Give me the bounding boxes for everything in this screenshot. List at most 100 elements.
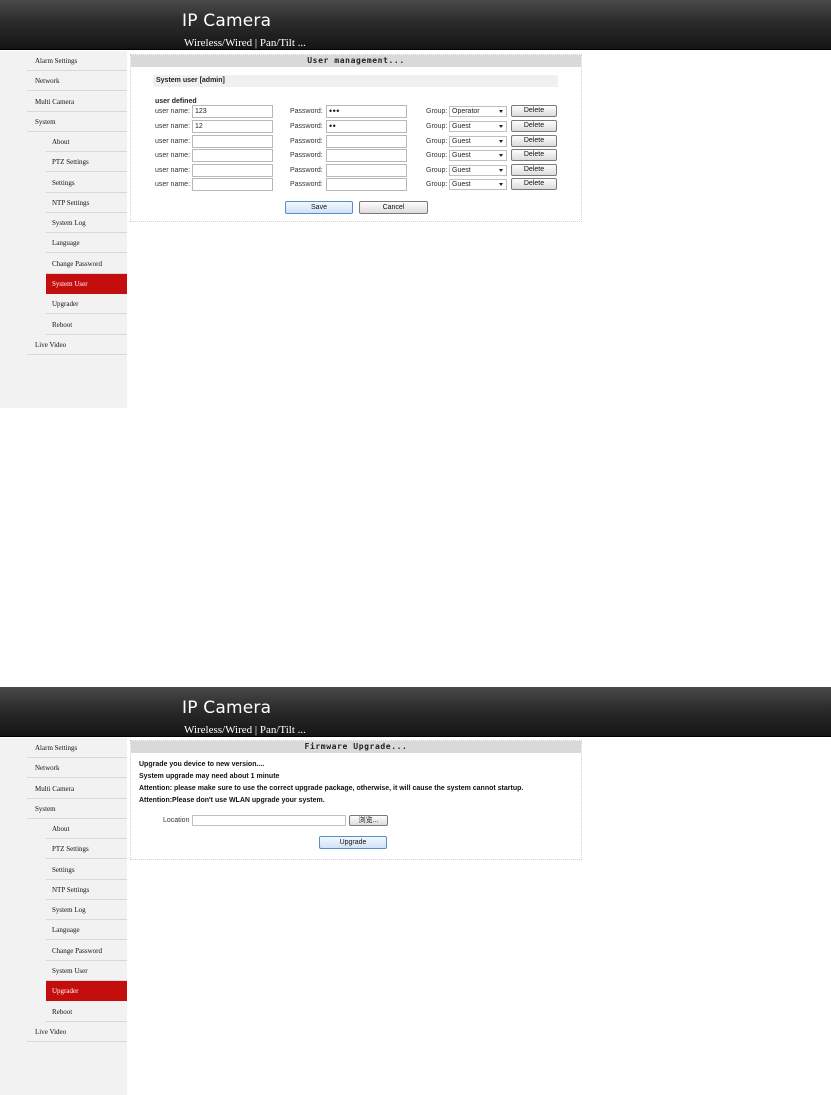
cancel-button[interactable]: Cancel <box>359 201 428 214</box>
username-input[interactable] <box>192 164 273 177</box>
sidebar-item-live-video[interactable]: Live Video <box>27 1022 127 1042</box>
password-label: Password: <box>290 123 323 130</box>
sidebar-item-ntp-settings[interactable]: NTP Settings <box>46 193 127 213</box>
group-select[interactable]: Guest <box>449 136 507 147</box>
sidebar-item-multi-camera[interactable]: Multi Camera <box>27 92 127 112</box>
chevron-down-icon <box>499 110 503 113</box>
delete-button[interactable]: Delete <box>511 178 557 190</box>
sidebar-item-change-password[interactable]: Change Password <box>46 941 127 961</box>
browse-button[interactable]: 浏览... <box>349 815 388 826</box>
username-label: user name: <box>155 123 191 130</box>
group-select[interactable]: Guest <box>449 165 507 176</box>
sidebar-item-upgrader[interactable]: Upgrader <box>46 294 127 314</box>
firmware-upgrade-panel: Firmware Upgrade... Upgrade you device t… <box>130 740 582 860</box>
password-input[interactable] <box>326 149 407 162</box>
sidebar-item-alarm-settings[interactable]: Alarm Settings <box>27 51 127 71</box>
username-input[interactable] <box>192 178 273 191</box>
user-row: user name: Password: Group: Guest Delete <box>131 178 583 191</box>
password-label: Password: <box>290 152 323 159</box>
sidebar-item-system-log[interactable]: System Log <box>46 900 127 920</box>
sidebar-item-settings[interactable]: Settings <box>46 860 127 880</box>
header-bar: IP Camera Wireless/Wired | Pan/Tilt ... <box>0 0 831 50</box>
sidebar-item-system[interactable]: System <box>27 112 127 132</box>
screen-user-management: IP Camera Wireless/Wired | Pan/Tilt ... … <box>0 0 831 408</box>
app-title: IP Camera <box>182 11 272 31</box>
username-label: user name: <box>155 181 191 188</box>
upgrade-info-line: Upgrade you device to new version.... <box>139 761 265 768</box>
delete-button[interactable]: Delete <box>511 149 557 161</box>
sidebar-menu: Alarm Settings Network Multi Camera Syst… <box>0 738 127 1095</box>
sidebar-item-network[interactable]: Network <box>27 71 127 91</box>
group-select[interactable]: Guest <box>449 179 507 190</box>
app-subtitle: Wireless/Wired | Pan/Tilt ... <box>184 37 306 49</box>
sidebar-item-language[interactable]: Language <box>46 233 127 253</box>
password-label: Password: <box>290 138 323 145</box>
username-label: user name: <box>155 108 191 115</box>
user-management-panel: User management... System user [admin] u… <box>130 54 582 222</box>
sidebar-item-alarm-settings[interactable]: Alarm Settings <box>27 738 127 758</box>
upgrade-button[interactable]: Upgrade <box>319 836 387 849</box>
group-label: Group: <box>426 138 448 145</box>
sidebar-item-upgrader[interactable]: Upgrader <box>46 981 127 1001</box>
chevron-down-icon <box>499 125 503 128</box>
sidebar-item-system-user[interactable]: System User <box>46 274 127 294</box>
sidebar-item-system-log[interactable]: System Log <box>46 213 127 233</box>
sidebar-item-about[interactable]: About <box>46 819 127 839</box>
sidebar-item-network[interactable]: Network <box>27 758 127 778</box>
delete-button[interactable]: Delete <box>511 105 557 117</box>
group-select[interactable]: Operator <box>449 106 507 117</box>
group-select-value: Operator <box>452 108 480 115</box>
username-input[interactable]: 123 <box>192 105 273 118</box>
sidebar-item-change-password[interactable]: Change Password <box>46 254 127 274</box>
user-row: user name: Password: Group: Guest Delete <box>131 135 583 148</box>
group-select[interactable]: Guest <box>449 150 507 161</box>
attention-wlan-note: Attention:Please don't use WLAN upgrade … <box>139 797 325 804</box>
username-input[interactable] <box>192 149 273 162</box>
sidebar-item-about[interactable]: About <box>46 132 127 152</box>
sidebar-item-language[interactable]: Language <box>46 920 127 940</box>
sidebar-item-system[interactable]: System <box>27 799 127 819</box>
save-button[interactable]: Save <box>285 201 353 214</box>
username-input[interactable]: 12 <box>192 120 273 133</box>
group-select[interactable]: Guest <box>449 121 507 132</box>
password-label: Password: <box>290 108 323 115</box>
location-label: Location <box>163 817 190 824</box>
sidebar-item-ptz-settings[interactable]: PTZ Settings <box>46 152 127 172</box>
username-input[interactable] <box>192 135 273 148</box>
password-input[interactable]: ••• <box>326 105 407 118</box>
user-row: user name: Password: Group: Guest Delete <box>131 164 583 177</box>
header-bar: IP Camera Wireless/Wired | Pan/Tilt ... <box>0 687 831 737</box>
chevron-down-icon <box>499 154 503 157</box>
attention-package-note: Attention: please make sure to use the c… <box>139 785 524 792</box>
app-title: IP Camera <box>182 698 272 718</box>
screen-firmware-upgrade: IP Camera Wireless/Wired | Pan/Tilt ... … <box>0 687 831 1095</box>
panel-title: Firmware Upgrade... <box>131 741 581 753</box>
password-input[interactable] <box>326 164 407 177</box>
sidebar-item-reboot[interactable]: Reboot <box>46 1002 127 1022</box>
password-input[interactable] <box>326 178 407 191</box>
delete-button[interactable]: Delete <box>511 120 557 132</box>
delete-button[interactable]: Delete <box>511 164 557 176</box>
user-row: user name: 12 Password: •• Group: Guest … <box>131 120 583 133</box>
location-input[interactable] <box>192 815 346 826</box>
sidebar-item-ntp-settings[interactable]: NTP Settings <box>46 880 127 900</box>
delete-button[interactable]: Delete <box>511 135 557 147</box>
group-select-value: Guest <box>452 167 471 174</box>
group-label: Group: <box>426 152 448 159</box>
group-label: Group: <box>426 123 448 130</box>
password-input[interactable] <box>326 135 407 148</box>
sidebar-item-system-user[interactable]: System User <box>46 961 127 981</box>
sidebar-item-ptz-settings[interactable]: PTZ Settings <box>46 839 127 859</box>
sidebar-item-settings[interactable]: Settings <box>46 173 127 193</box>
group-label: Group: <box>426 108 448 115</box>
sidebar-item-multi-camera[interactable]: Multi Camera <box>27 779 127 799</box>
password-label: Password: <box>290 181 323 188</box>
username-label: user name: <box>155 152 191 159</box>
upgrade-time-note: System upgrade may need about 1 minute <box>139 773 280 780</box>
app-subtitle: Wireless/Wired | Pan/Tilt ... <box>184 724 306 736</box>
user-row: user name: 123 Password: ••• Group: Oper… <box>131 105 583 118</box>
password-input[interactable]: •• <box>326 120 407 133</box>
sidebar-item-reboot[interactable]: Reboot <box>46 315 127 335</box>
username-label: user name: <box>155 167 191 174</box>
sidebar-item-live-video[interactable]: Live Video <box>27 335 127 355</box>
